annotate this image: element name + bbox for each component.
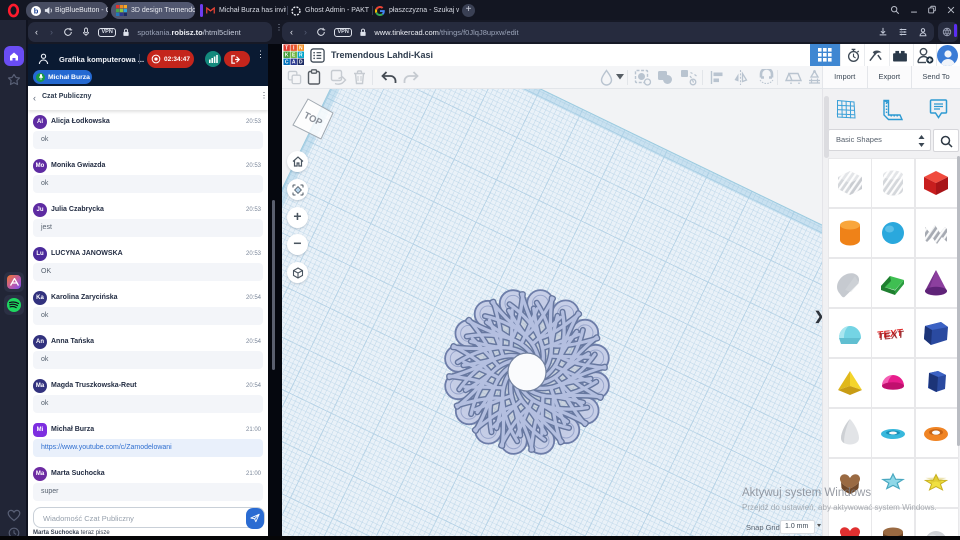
svg-text:D: D (299, 60, 303, 66)
svg-text:A: A (292, 60, 296, 66)
svg-text:N: N (299, 46, 303, 52)
svg-text:C: C (285, 60, 289, 66)
svg-text:R: R (299, 53, 303, 59)
svg-text:b: b (34, 6, 39, 15)
svg-text:TEXT: TEXT (878, 330, 905, 344)
svg-text:K: K (285, 53, 289, 59)
